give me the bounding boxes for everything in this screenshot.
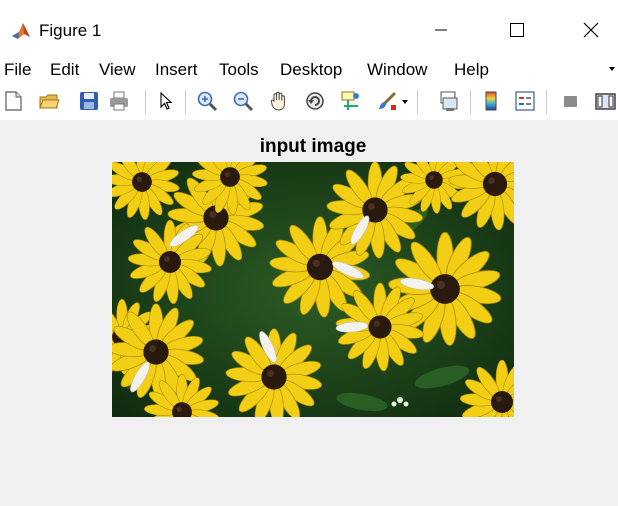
toolbar-separator <box>546 90 547 114</box>
toolbar-separator <box>470 90 471 114</box>
matlab-icon <box>10 20 32 42</box>
toolbar-separator <box>417 90 418 114</box>
new-figure-icon[interactable] <box>2 90 24 112</box>
link-plot-icon[interactable] <box>438 90 460 112</box>
flower-photo <box>112 162 514 417</box>
open-file-icon[interactable] <box>38 90 60 112</box>
maximize-button[interactable] <box>494 12 540 48</box>
figure-toolbar <box>0 84 618 120</box>
colorbar-icon[interactable] <box>480 90 502 112</box>
input-image[interactable] <box>112 162 514 417</box>
toolbar-separator <box>185 90 186 114</box>
menu-desktop[interactable]: Desktop <box>280 60 342 80</box>
data-cursor-icon[interactable] <box>340 90 362 112</box>
title-bar: Figure 1 <box>0 0 618 56</box>
legend-icon[interactable] <box>514 90 536 112</box>
axes-title: input image <box>259 136 367 157</box>
brush-dropdown-icon[interactable] <box>400 90 410 112</box>
pan-hand-icon[interactable] <box>268 90 290 112</box>
menu-insert[interactable]: Insert <box>155 60 198 80</box>
menu-view[interactable]: View <box>99 60 136 80</box>
brush-icon[interactable] <box>376 90 398 112</box>
window-title: Figure 1 <box>39 21 102 40</box>
menu-edit[interactable]: Edit <box>50 60 79 80</box>
rotate-3d-icon[interactable] <box>304 90 326 112</box>
menu-overflow-icon[interactable] <box>607 64 617 74</box>
select-arrow-icon[interactable] <box>155 90 177 112</box>
close-icon <box>583 22 599 38</box>
zoom-out-icon[interactable] <box>232 90 254 112</box>
menu-help[interactable]: Help <box>454 60 489 80</box>
maximize-icon <box>510 23 524 37</box>
hide-plot-tools-icon[interactable] <box>560 90 582 112</box>
menu-bar: File Edit View Insert Tools Desktop Wind… <box>0 56 618 84</box>
menu-window[interactable]: Window <box>367 60 427 80</box>
zoom-in-icon[interactable] <box>196 90 218 112</box>
menu-file[interactable]: File <box>4 60 31 80</box>
menu-tools[interactable]: Tools <box>219 60 259 80</box>
print-icon[interactable] <box>108 90 130 112</box>
figure-window: Figure 1 File Edit View Insert Tools Des… <box>0 0 618 506</box>
toolbar-separator <box>145 90 146 114</box>
save-icon[interactable] <box>78 90 100 112</box>
show-plot-tools-icon[interactable] <box>594 90 616 112</box>
minimize-icon <box>435 29 447 31</box>
minimize-button[interactable] <box>418 12 464 48</box>
close-button[interactable] <box>568 12 614 48</box>
